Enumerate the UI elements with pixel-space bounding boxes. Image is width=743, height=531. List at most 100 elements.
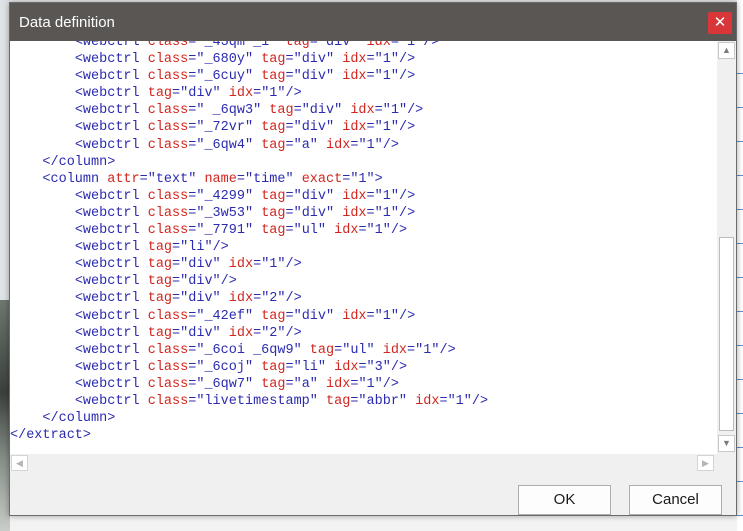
code-token-tag [253,189,261,204]
code-token-eq: = [285,52,294,68]
code-token-tag: /> [285,257,302,273]
code-token-tag: /> [398,308,416,324]
scroll-left-button[interactable]: ◀ [11,455,28,471]
code-token-val: "1" [358,137,383,153]
code-token-eq: = [172,325,181,341]
ok-button[interactable]: OK [518,485,611,515]
data-definition-dialog: Data definition ✕ <webctrl class="_43qm … [9,2,737,516]
code-line: <webctrl class="_6cuy" tag="div" idx="1"… [10,68,488,85]
code-token-tag: /> [390,359,408,375]
code-token-attr: class [147,52,189,68]
code-token-eq: = [139,171,148,187]
code-token-val: "abbr" [358,393,408,409]
code-token-eq: = [366,120,375,136]
code-token-tag: /> [382,137,399,153]
code-token-val: "div" [293,52,335,68]
code-token-tag: <webctrl [74,393,148,409]
background-grid-lines [737,40,743,531]
code-token-attr: tag [147,325,173,341]
code-token-val: "_6cuy" [196,69,254,85]
code-token-attr: tag [261,52,286,68]
code-token-eq: = [334,342,343,358]
code-token-tag: <webctrl [74,274,148,290]
code-line: </column> [10,154,488,171]
code-token-tag: <webctrl [74,240,148,256]
code-editor[interactable]: <webctrl class="_43qm _1" tag="div" idx=… [10,41,717,454]
scroll-right-button[interactable]: ▶ [697,455,714,471]
code-token-attr: tag [309,342,335,358]
code-line: <webctrl class="_6qw7" tag="a" idx="1"/> [10,376,488,393]
code-token-attr: class [147,137,189,153]
code-token-val: "2" [261,325,286,341]
code-token-tag [253,120,261,135]
code-token-val: "_6qw7" [196,376,254,392]
code-token-tag: <webctrl [74,205,148,221]
code-token-val: "div" [293,120,335,136]
code-token-tag: /> [439,342,456,358]
code-token-attr: idx [415,393,440,409]
code-token-eq: = [358,223,367,239]
code-token-val: "div" [180,325,221,341]
code-token-eq: = [253,325,262,341]
dialog-titlebar[interactable]: Data definition ✕ [10,3,736,41]
background-app-bottom [10,516,737,531]
code-token-tag [253,377,261,392]
code-token-tag [318,394,326,409]
chevron-down-icon: ▼ [722,438,731,448]
code-token-tag [318,138,326,153]
close-button[interactable]: ✕ [708,12,732,34]
code-token-tag [221,86,229,101]
code-token-eq: = [439,393,448,409]
code-token-tag: /> [220,274,237,290]
vertical-scroll-thumb[interactable] [719,237,734,431]
code-token-attr: idx [382,342,408,358]
code-token-val: "_72vr" [196,120,254,136]
code-token-val: "1" [261,86,286,102]
code-token-tag: /> [285,291,302,307]
scroll-down-button[interactable]: ▼ [718,435,735,452]
code-token-tag: </column> [42,411,116,427]
code-token-eq: = [253,291,262,307]
horizontal-scrollbar[interactable]: ◀ ▶ [10,454,717,472]
code-token-tag [253,309,261,324]
vertical-scrollbar[interactable]: ▲ ▼ [717,41,736,454]
code-token-attr: tag [285,41,310,50]
code-token-val: "div" [301,103,343,119]
code-token-val: "li" [293,359,327,375]
code-token-val: "div" [293,205,335,221]
code-token-attr: tag [147,257,173,273]
code-token-tag [326,360,334,375]
code-token-tag: /> [390,223,408,239]
chevron-up-icon: ▲ [722,45,731,55]
code-token-tag [253,138,261,153]
code-token-val: "_42ef" [196,308,254,324]
code-token-val: " _6qw3" [196,103,262,119]
code-token-tag [302,343,310,358]
code-token-tag: /> [423,41,440,50]
code-token-tag: <webctrl [74,188,148,204]
code-token-val: "div" [293,69,335,85]
code-token-tag: <webctrl [74,223,148,239]
code-token-eq: = [309,41,318,50]
code-token-tag: /> [212,240,229,256]
code-token-attr: idx [342,308,367,324]
code-token-val: "ul" [342,342,375,358]
code-token-attr: tag [326,393,351,409]
code-token-val: "div" [180,274,221,290]
cancel-button[interactable]: Cancel [629,485,722,515]
code-token-val: "div" [180,291,221,307]
code-token-tag [253,52,261,67]
code-line: <webctrl tag="div" idx="2"/> [10,290,488,307]
code-line: <webctrl class="_42ef" tag="div" idx="1"… [10,308,488,325]
code-token-eq: = [285,223,294,239]
code-token-attr: idx [334,359,359,375]
code-line: <webctrl class="livetimestamp" tag="abbr… [10,393,488,410]
code-token-tag: /> [407,103,424,119]
code-token-attr: class [147,376,189,392]
scroll-up-button[interactable]: ▲ [718,42,735,59]
